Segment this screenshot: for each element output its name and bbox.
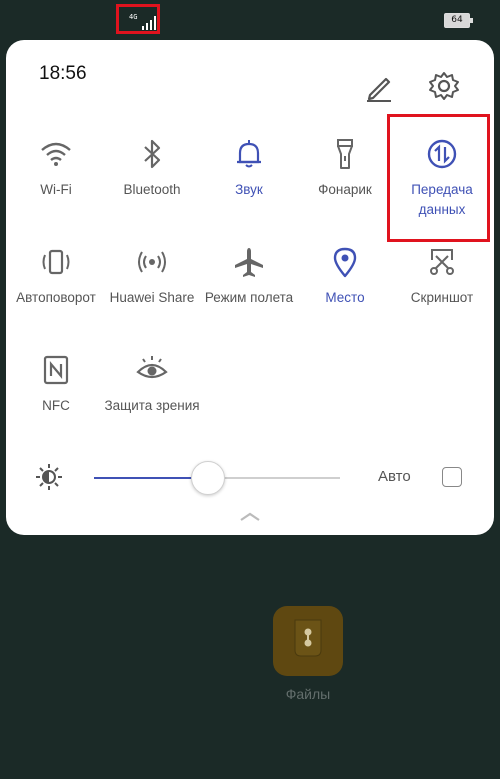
toggle-bluetooth[interactable]: Bluetooth: [102, 134, 202, 200]
nfc-icon: [43, 355, 69, 385]
toggle-location[interactable]: Место: [295, 242, 395, 308]
files-app-icon: [273, 606, 343, 676]
toggle-label: Автоповорот: [16, 290, 96, 305]
auto-brightness-checkbox[interactable]: [442, 467, 462, 487]
toggle-autorotate[interactable]: Автоповорот: [6, 242, 106, 308]
app-label: Файлы: [285, 686, 331, 702]
mobile-data-highlight: [387, 114, 490, 242]
toggle-label: Wi-Fi: [40, 182, 72, 197]
toggle-label: Режим полета: [204, 290, 294, 305]
wifi-icon: [41, 142, 71, 166]
toggle-huawei-share[interactable]: Huawei Share: [102, 242, 202, 308]
toggle-label: Защита зрения: [104, 398, 200, 413]
screenshot-icon: [430, 249, 454, 275]
toggle-label: Bluetooth: [123, 182, 181, 197]
chevron-up-icon[interactable]: [238, 510, 262, 522]
location-icon: [333, 247, 357, 278]
battery-level: 64: [451, 15, 463, 25]
brightness-row: Авто: [6, 458, 494, 498]
toggle-screenshot[interactable]: Скриншот: [392, 242, 492, 308]
network-type-label: 4G: [129, 13, 138, 21]
toggle-label: Huawei Share: [109, 290, 195, 305]
brightness-icon: [36, 464, 62, 490]
clock: 18:56: [39, 63, 87, 84]
toggle-label: Скриншот: [410, 290, 474, 305]
signal-icon: [142, 16, 156, 30]
auto-brightness-label: Авто: [378, 468, 411, 485]
eye-icon: [136, 356, 168, 379]
toggle-flashlight[interactable]: Фонарик: [295, 134, 395, 200]
toggle-label: Место: [325, 290, 365, 305]
brightness-slider-thumb[interactable]: [191, 461, 225, 495]
signal-highlight: 4G: [116, 4, 160, 34]
flashlight-icon: [337, 139, 353, 169]
toggle-sound[interactable]: Звук: [199, 134, 299, 200]
toggle-airplane-mode[interactable]: Режим полета: [199, 242, 299, 308]
autorotate-icon: [42, 249, 70, 275]
bluetooth-icon: [144, 139, 161, 169]
status-bar: 4G 64: [0, 0, 500, 40]
brightness-slider[interactable]: [94, 461, 340, 495]
pencil-icon[interactable]: [361, 68, 397, 104]
battery-icon: 64: [444, 13, 473, 28]
toggle-label: NFC: [42, 398, 70, 413]
toggle-label: Фонарик: [318, 182, 372, 197]
toggle-nfc[interactable]: NFC: [6, 350, 106, 416]
app-files[interactable]: Файлы: [273, 606, 345, 702]
huawei-share-icon: [138, 251, 166, 273]
quick-settings-panel: 18:56 Wi-Fi Bluetooth Звук Фонарик Перед…: [6, 40, 494, 535]
gear-icon[interactable]: [426, 68, 462, 104]
toggle-label: Звук: [235, 182, 263, 197]
toggle-wifi[interactable]: Wi-Fi: [6, 134, 106, 200]
toggle-eye-comfort[interactable]: Защита зрения: [102, 350, 202, 416]
airplane-icon: [235, 248, 263, 277]
bell-icon: [237, 140, 261, 168]
